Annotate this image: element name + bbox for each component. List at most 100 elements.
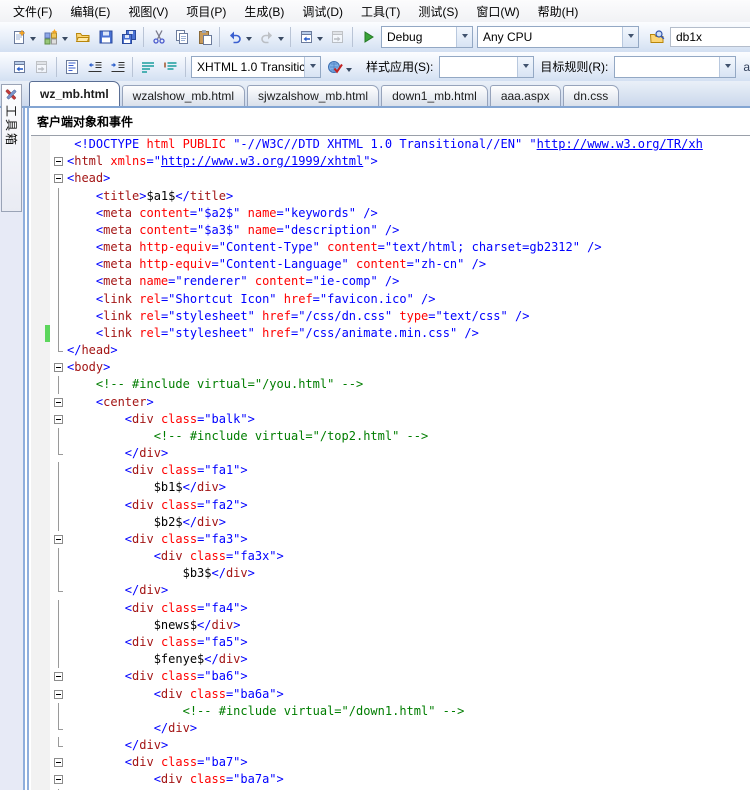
- chevron-down-icon[interactable]: [246, 37, 252, 44]
- code-text[interactable]: <html xmlns="http://www.w3.org/1999/xhtm…: [67, 153, 750, 170]
- menu-item-10[interactable]: 帮助(H): [529, 0, 588, 23]
- code-text[interactable]: <div class="fa1">: [67, 462, 750, 479]
- new-project-button[interactable]: [7, 26, 30, 48]
- doctype-combo[interactable]: XHTML 1.0 Transitic: [191, 56, 321, 78]
- code-line-2[interactable]: <html xmlns="http://www.w3.org/1999/xhtm…: [31, 153, 750, 170]
- code-line-25[interactable]: <div class="fa3x">: [31, 548, 750, 565]
- tab-wzalshow_mb.html[interactable]: wzalshow_mb.html: [122, 85, 245, 106]
- code-text[interactable]: <div class="fa3x">: [67, 548, 750, 565]
- navigate-backward-button[interactable]: [294, 26, 317, 48]
- code-line-19[interactable]: </div>: [31, 445, 750, 462]
- code-line-35[interactable]: </div>: [31, 720, 750, 737]
- code-line-4[interactable]: <title>$a1$</title>: [31, 188, 750, 205]
- code-editor[interactable]: <!DOCTYPE html PUBLIC "-//W3C//DTD XHTML…: [31, 136, 750, 790]
- code-text[interactable]: </div>: [67, 582, 750, 599]
- menu-item-6[interactable]: 调试(D): [293, 0, 352, 23]
- code-text[interactable]: </div>: [67, 720, 750, 737]
- code-text[interactable]: $b2$</div>: [67, 514, 750, 531]
- code-text[interactable]: <div class="balk">: [67, 411, 750, 428]
- save-all-button[interactable]: [117, 26, 140, 48]
- code-line-23[interactable]: $b2$</div>: [31, 514, 750, 531]
- code-text[interactable]: <meta http-equiv="Content-Language" cont…: [67, 256, 750, 273]
- style-apply-combo[interactable]: [439, 56, 534, 78]
- fold-collapse-box[interactable]: [50, 686, 67, 703]
- code-line-10[interactable]: <link rel="Shortcut Icon" href="favicon.…: [31, 291, 750, 308]
- tab-down1_mb.html[interactable]: down1_mb.html: [381, 85, 488, 106]
- chevron-down-icon[interactable]: [456, 27, 472, 47]
- code-text[interactable]: $b3$</div>: [67, 565, 750, 582]
- code-text[interactable]: </head>: [67, 342, 750, 359]
- code-text[interactable]: <link rel="stylesheet" href="/css/dn.css…: [67, 308, 750, 325]
- save-button[interactable]: [94, 26, 117, 48]
- undo-button[interactable]: [223, 26, 246, 48]
- cut-button[interactable]: [147, 26, 170, 48]
- fold-collapse-box[interactable]: [50, 771, 67, 788]
- navigate-forward-button[interactable]: [30, 56, 53, 78]
- code-text[interactable]: <div class="ba7">: [67, 754, 750, 771]
- add-new-item-button[interactable]: [39, 26, 62, 48]
- code-text[interactable]: <link rel="stylesheet" href="/css/animat…: [67, 325, 750, 342]
- code-line-16[interactable]: <center>: [31, 394, 750, 411]
- solution-configuration-combo[interactable]: Debug: [381, 26, 473, 48]
- code-text[interactable]: <div class="fa5">: [67, 634, 750, 651]
- chevron-down-icon[interactable]: [30, 37, 36, 44]
- code-text[interactable]: <div class="ba6">: [67, 668, 750, 685]
- menu-item-5[interactable]: 生成(B): [235, 0, 293, 23]
- chevron-down-icon[interactable]: [517, 57, 533, 77]
- find-in-files-button[interactable]: [645, 26, 668, 48]
- fold-collapse-box[interactable]: [50, 359, 67, 376]
- code-text[interactable]: <title>$a1$</title>: [67, 188, 750, 205]
- check-page-button[interactable]: [323, 56, 346, 78]
- code-line-29[interactable]: $news$</div>: [31, 617, 750, 634]
- code-text[interactable]: <div class="fa2">: [67, 497, 750, 514]
- code-line-22[interactable]: <div class="fa2">: [31, 497, 750, 514]
- chevron-down-icon[interactable]: [62, 37, 68, 44]
- code-line-12[interactable]: <link rel="stylesheet" href="/css/animat…: [31, 325, 750, 342]
- code-line-32[interactable]: <div class="ba6">: [31, 668, 750, 685]
- code-line-28[interactable]: <div class="fa4">: [31, 600, 750, 617]
- code-text[interactable]: $news$</div>: [67, 617, 750, 634]
- chevron-down-icon[interactable]: [622, 27, 638, 47]
- code-line-18[interactable]: <!-- #include virtual="/top2.html" -->: [31, 428, 750, 445]
- code-text[interactable]: <!-- #include virtual="/top2.html" -->: [67, 428, 750, 445]
- code-line-3[interactable]: <head>: [31, 170, 750, 187]
- code-text[interactable]: <div class="ba7a">: [67, 771, 750, 788]
- fold-collapse-box[interactable]: [50, 170, 67, 187]
- increase-indent-button[interactable]: [106, 56, 129, 78]
- code-text[interactable]: <!-- #include virtual="/you.html" -->: [67, 376, 750, 393]
- solution-platform-combo[interactable]: Any CPU: [477, 26, 639, 48]
- menu-item-7[interactable]: 工具(T): [352, 0, 409, 23]
- code-line-7[interactable]: <meta http-equiv="Content-Type" content=…: [31, 239, 750, 256]
- fold-collapse-box[interactable]: [50, 394, 67, 411]
- tab-wz_mb.html[interactable]: wz_mb.html: [29, 81, 120, 106]
- open-file-button[interactable]: [71, 26, 94, 48]
- paste-button[interactable]: [193, 26, 216, 48]
- code-text[interactable]: <meta content="$a3$" name="description" …: [67, 222, 750, 239]
- find-combo-input[interactable]: [670, 27, 750, 47]
- code-text[interactable]: <meta name="renderer" content="ie-comp" …: [67, 273, 750, 290]
- code-text[interactable]: <div class="fa4">: [67, 600, 750, 617]
- menu-item-9[interactable]: 窗口(W): [467, 0, 528, 23]
- chevron-down-icon[interactable]: [317, 37, 323, 44]
- code-text[interactable]: <link rel="Shortcut Icon" href="favicon.…: [67, 291, 750, 308]
- uncomment-button[interactable]: [159, 56, 182, 78]
- code-text[interactable]: <div class="fa3">: [67, 531, 750, 548]
- code-text[interactable]: <meta http-equiv="Content-Type" content=…: [67, 239, 750, 256]
- menu-item-3[interactable]: 视图(V): [119, 0, 177, 23]
- code-text[interactable]: <div class="ba6a">: [67, 686, 750, 703]
- code-line-31[interactable]: $fenye$</div>: [31, 651, 750, 668]
- code-line-20[interactable]: <div class="fa1">: [31, 462, 750, 479]
- code-line-6[interactable]: <meta content="$a3$" name="description" …: [31, 222, 750, 239]
- redo-button[interactable]: [255, 26, 278, 48]
- start-debug-button[interactable]: [356, 26, 379, 48]
- code-line-26[interactable]: $b3$</div>: [31, 565, 750, 582]
- code-line-37[interactable]: <div class="ba7">: [31, 754, 750, 771]
- menu-item-8[interactable]: 测试(S): [409, 0, 467, 23]
- format-document-button[interactable]: [60, 56, 83, 78]
- code-text[interactable]: <head>: [67, 170, 750, 187]
- navigate-forward-button[interactable]: [326, 26, 349, 48]
- style-ab-icon[interactable]: ab: [743, 60, 750, 74]
- code-line-5[interactable]: <meta content="$a2$" name="keywords" />: [31, 205, 750, 222]
- comment-button[interactable]: [136, 56, 159, 78]
- code-text[interactable]: </div>: [67, 737, 750, 754]
